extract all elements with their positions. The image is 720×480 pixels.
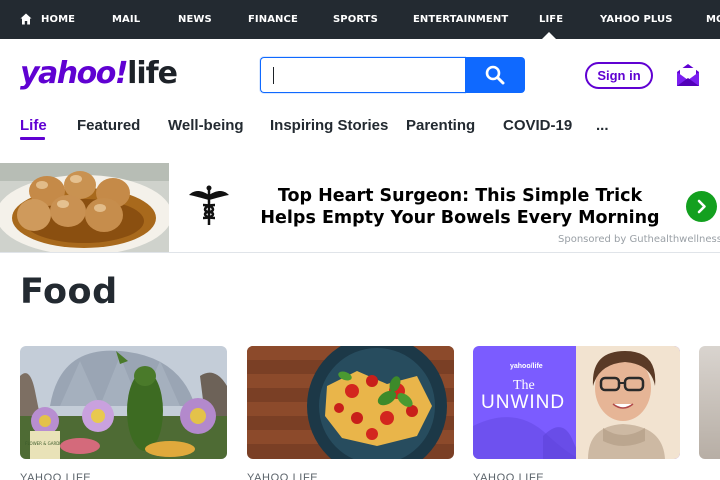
active-tab-underline bbox=[20, 137, 45, 140]
yahoo-life-logo[interactable]: yahoo!life bbox=[20, 56, 178, 96]
nav-finance[interactable]: FINANCE bbox=[248, 0, 298, 39]
tab-well-being[interactable]: Well-being bbox=[168, 112, 244, 140]
card-source: YAHOO LIFE bbox=[247, 472, 319, 480]
caduceus-icon bbox=[189, 185, 229, 225]
search-button[interactable] bbox=[465, 57, 525, 93]
story-card-pasta[interactable] bbox=[247, 346, 454, 459]
nav-news[interactable]: NEWS bbox=[178, 0, 212, 39]
ad-headline-line-2: Helps Empty Your Bowels Every Morning bbox=[260, 208, 660, 228]
active-nav-indicator bbox=[542, 32, 556, 39]
section-title: Food bbox=[20, 272, 118, 312]
sign-in-button[interactable]: Sign in bbox=[585, 62, 653, 89]
search-box[interactable] bbox=[260, 57, 465, 93]
card-image-garden: FLOWER & GARDEN bbox=[20, 346, 227, 459]
tab-more[interactable]: ... bbox=[596, 112, 609, 140]
global-nav: HOME MAIL NEWS FINANCE SPORTS ENTERTAINM… bbox=[0, 0, 720, 39]
logo-yahoo: yahoo! bbox=[20, 56, 129, 91]
nav-entertainment[interactable]: ENTERTAINMENT bbox=[413, 0, 508, 39]
story-card-garden[interactable]: FLOWER & GARDEN bbox=[20, 346, 227, 459]
card-source: YAHOO LIFE bbox=[20, 472, 92, 480]
tab-life[interactable]: Life bbox=[20, 112, 47, 140]
tab-parenting[interactable]: Parenting bbox=[406, 112, 475, 140]
text-cursor bbox=[273, 67, 274, 84]
ad-image-eggs[interactable] bbox=[0, 163, 169, 252]
ad-headline[interactable]: Top Heart Surgeon: This Simple Trick Hel… bbox=[240, 185, 680, 229]
search-icon bbox=[485, 65, 505, 85]
home-icon[interactable] bbox=[20, 13, 32, 25]
story-card-next-peek[interactable] bbox=[699, 346, 720, 459]
ad-arrow-button[interactable] bbox=[686, 191, 717, 222]
card-image-pasta bbox=[247, 346, 454, 459]
nav-more[interactable]: MO bbox=[706, 0, 720, 39]
unwind-brand: yahoo/life bbox=[510, 363, 543, 370]
sponsored-ad[interactable]: Top Heart Surgeon: This Simple Trick Hel… bbox=[0, 163, 720, 253]
tab-inspiring-stories[interactable]: Inspiring Stories bbox=[270, 112, 388, 140]
logo-life: life bbox=[127, 56, 178, 91]
search-input[interactable] bbox=[269, 64, 459, 86]
card-source: YAHOO LIFE bbox=[473, 472, 545, 480]
nav-mail[interactable]: MAIL bbox=[112, 0, 140, 39]
tab-featured[interactable]: Featured bbox=[77, 112, 140, 140]
arrow-right-icon bbox=[697, 199, 706, 214]
mail-icon[interactable] bbox=[676, 63, 700, 87]
ad-sponsor[interactable]: Sponsored by Guthealthwellness bbox=[558, 234, 720, 245]
nav-yahoo-plus[interactable]: YAHOO PLUS bbox=[600, 0, 673, 39]
nav-sports[interactable]: SPORTS bbox=[333, 0, 378, 39]
section-tabs: Life Featured Well-being Inspiring Stori… bbox=[0, 112, 720, 144]
card-image-sign: FLOWER & GARDEN bbox=[25, 441, 65, 446]
story-card-unwind[interactable]: yahoo/life The UNWIND bbox=[473, 346, 680, 459]
unwind-title-big: UNWIND bbox=[481, 392, 566, 413]
nav-home[interactable]: HOME bbox=[41, 0, 75, 39]
tab-covid-19[interactable]: COVID-19 bbox=[503, 112, 572, 140]
ad-headline-line-1: Top Heart Surgeon: This Simple Trick bbox=[277, 186, 643, 206]
